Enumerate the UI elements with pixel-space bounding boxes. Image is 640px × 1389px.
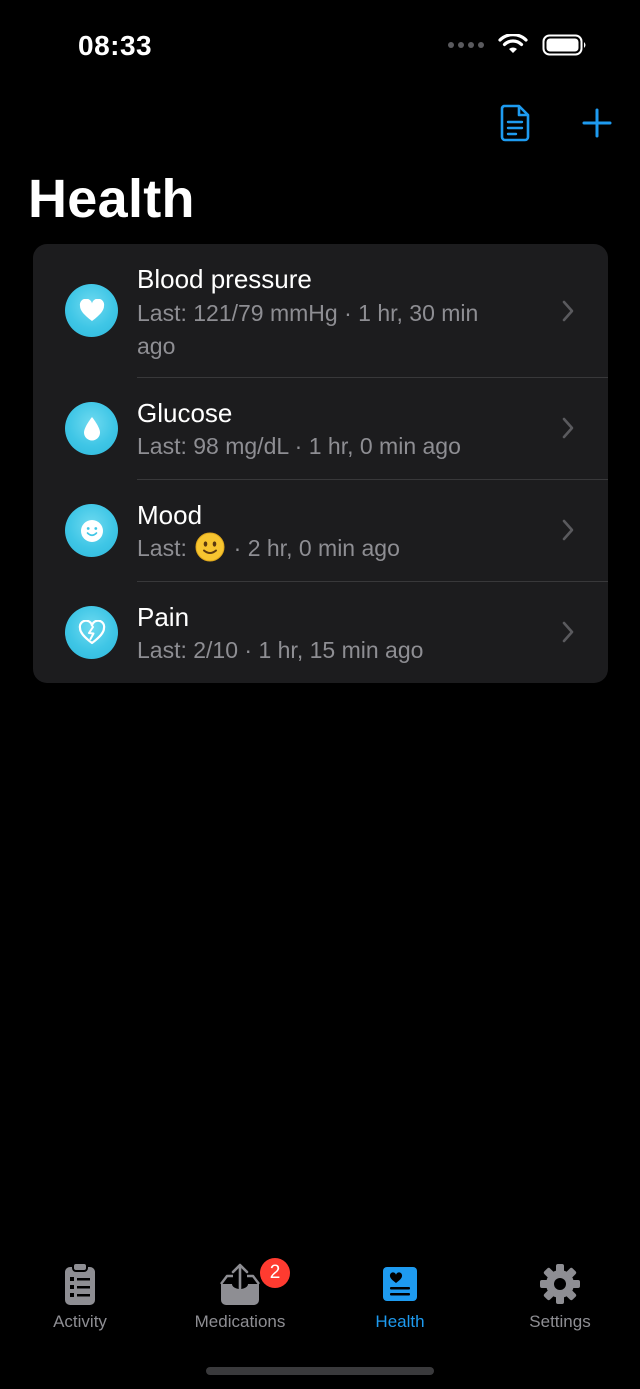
row-subtitle: Last: 98 mg/dL · 1 hr, 0 min ago <box>137 433 461 459</box>
status-icons <box>448 34 588 56</box>
row-subtitle: Last: · 2 hr, 0 min ago <box>137 532 557 565</box>
tab-health[interactable]: Health <box>320 1250 480 1340</box>
status-time: 08:33 <box>78 30 153 61</box>
tab-settings[interactable]: Settings <box>480 1250 640 1340</box>
slightly-smiling-face-icon <box>195 532 225 562</box>
row-title: Pain <box>137 602 190 632</box>
notification-badge: 2 <box>260 1258 290 1288</box>
broken-heart-icon <box>65 606 118 659</box>
battery-icon <box>542 34 586 56</box>
cellular-signal-icon <box>448 42 484 48</box>
row-subtitle: Last: 2/10 · 1 hr, 15 min ago <box>137 637 424 663</box>
row-title: Glucose <box>137 398 233 428</box>
tab-medications[interactable]: 2 Medications <box>160 1250 320 1340</box>
row-subtitle-suffix: · 2 hr, 0 min ago <box>233 535 400 561</box>
tab-activity[interactable]: Activity <box>0 1250 160 1340</box>
home-indicator <box>206 1367 434 1375</box>
row-title: Mood <box>137 500 203 530</box>
list-item-mood[interactable]: Mood Last: · 2 hr, 0 min ago <box>33 480 608 582</box>
tab-label: Health <box>375 1312 425 1331</box>
smile-icon <box>65 504 118 557</box>
tab-label: Settings <box>529 1312 591 1331</box>
drop-icon <box>65 402 118 455</box>
tab-label: Activity <box>53 1312 107 1331</box>
row-subtitle-prefix: Last: <box>137 535 187 561</box>
row-subtitle: Last: 121/79 mmHg · 1 hr, 30 min ago <box>137 300 479 359</box>
list-item-pain[interactable]: Pain Last: 2/10 · 1 hr, 15 min ago <box>33 582 608 683</box>
chevron-right-icon <box>562 417 574 439</box>
health-card-icon <box>383 1267 417 1301</box>
chevron-right-icon <box>562 621 574 643</box>
gear-icon <box>540 1264 580 1304</box>
health-metrics-list: Blood pressure Last: 121/79 mmHg · 1 hr,… <box>33 244 608 683</box>
tray-upload-icon <box>220 1263 260 1305</box>
chevron-right-icon <box>562 519 574 541</box>
plus-icon[interactable] <box>582 108 612 138</box>
list-item-blood-pressure[interactable]: Blood pressure Last: 121/79 mmHg · 1 hr,… <box>33 244 608 378</box>
list-item-glucose[interactable]: Glucose Last: 98 mg/dL · 1 hr, 0 min ago <box>33 378 608 480</box>
tab-bar: Activity 2 Medications Health Settings <box>0 1250 640 1350</box>
wifi-icon <box>498 34 528 53</box>
clipboard-icon <box>65 1262 95 1305</box>
status-bar: 08:33 <box>0 0 640 90</box>
row-title: Blood pressure <box>137 264 312 294</box>
tab-label: Medications <box>194 1312 286 1331</box>
nav-actions <box>500 104 612 142</box>
chevron-right-icon <box>562 300 574 322</box>
health-screen: 08:33 Health Blood pressure Last: 121/79… <box>0 0 640 1389</box>
document-icon[interactable] <box>500 104 530 142</box>
page-title: Health <box>28 169 195 229</box>
heart-icon <box>65 284 118 337</box>
